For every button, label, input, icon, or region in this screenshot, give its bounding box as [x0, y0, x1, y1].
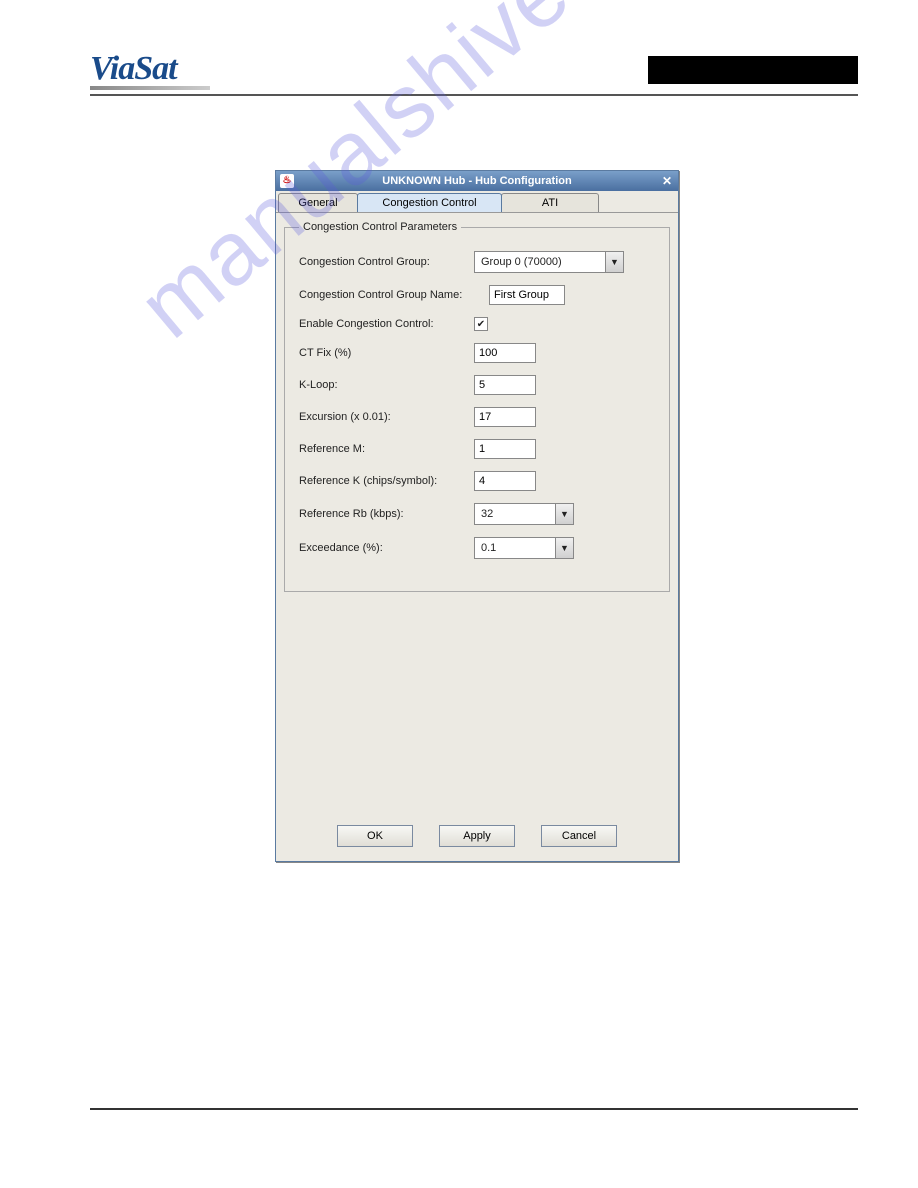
group-select[interactable]: Group 0 (70000) ▼ — [474, 251, 624, 273]
refm-label: Reference M: — [299, 443, 474, 455]
group-name-input[interactable] — [489, 285, 565, 305]
logo-block: ViaSat — [90, 50, 210, 90]
congestion-parameters-fieldset: Congestion Control Parameters Congestion… — [284, 221, 670, 592]
viasat-logo: ViaSat — [90, 50, 210, 88]
ctfix-label: CT Fix (%) — [299, 347, 474, 359]
kloop-label: K-Loop: — [299, 379, 474, 391]
redaction-box — [648, 56, 858, 84]
exceed-value: 0.1 — [475, 542, 555, 554]
tab-congestion-control[interactable]: Congestion Control — [357, 193, 502, 212]
enable-checkbox[interactable]: ✔ — [474, 317, 488, 331]
close-icon[interactable]: ✕ — [662, 174, 672, 188]
ok-button[interactable]: OK — [337, 825, 413, 847]
tab-general[interactable]: General — [278, 193, 358, 212]
refrb-select[interactable]: 32 ▼ — [474, 503, 574, 525]
button-row: OK Apply Cancel — [276, 813, 678, 861]
refm-input[interactable] — [474, 439, 536, 459]
ctfix-input[interactable] — [474, 343, 536, 363]
tab-bar: General Congestion Control ATI — [276, 191, 678, 213]
group-label: Congestion Control Group: — [299, 256, 474, 268]
cancel-button[interactable]: Cancel — [541, 825, 617, 847]
fieldset-legend: Congestion Control Parameters — [299, 221, 461, 233]
chevron-down-icon[interactable]: ▼ — [605, 252, 623, 272]
window-title: UNKNOWN Hub - Hub Configuration — [382, 175, 571, 187]
tab-ati[interactable]: ATI — [501, 193, 599, 212]
refrb-label: Reference Rb (kbps): — [299, 508, 474, 520]
group-value: Group 0 (70000) — [475, 256, 605, 268]
footer-rule — [90, 1108, 858, 1110]
page-header: ViaSat — [90, 46, 858, 96]
name-label: Congestion Control Group Name: — [299, 289, 489, 301]
excursion-input[interactable] — [474, 407, 536, 427]
titlebar: ♨ UNKNOWN Hub - Hub Configuration ✕ — [276, 171, 678, 191]
refk-input[interactable] — [474, 471, 536, 491]
dialog-body: Congestion Control Parameters Congestion… — [276, 213, 678, 813]
kloop-input[interactable] — [474, 375, 536, 395]
enable-label: Enable Congestion Control: — [299, 318, 474, 330]
exceed-label: Exceedance (%): — [299, 542, 474, 554]
excursion-label: Excursion (x 0.01): — [299, 411, 474, 423]
exceed-select[interactable]: 0.1 ▼ — [474, 537, 574, 559]
chevron-down-icon[interactable]: ▼ — [555, 538, 573, 558]
apply-button[interactable]: Apply — [439, 825, 515, 847]
hub-config-dialog: ♨ UNKNOWN Hub - Hub Configuration ✕ Gene… — [275, 170, 679, 862]
refk-label: Reference K (chips/symbol): — [299, 475, 474, 487]
refrb-value: 32 — [475, 508, 555, 520]
chevron-down-icon[interactable]: ▼ — [555, 504, 573, 524]
java-icon: ♨ — [280, 174, 294, 188]
